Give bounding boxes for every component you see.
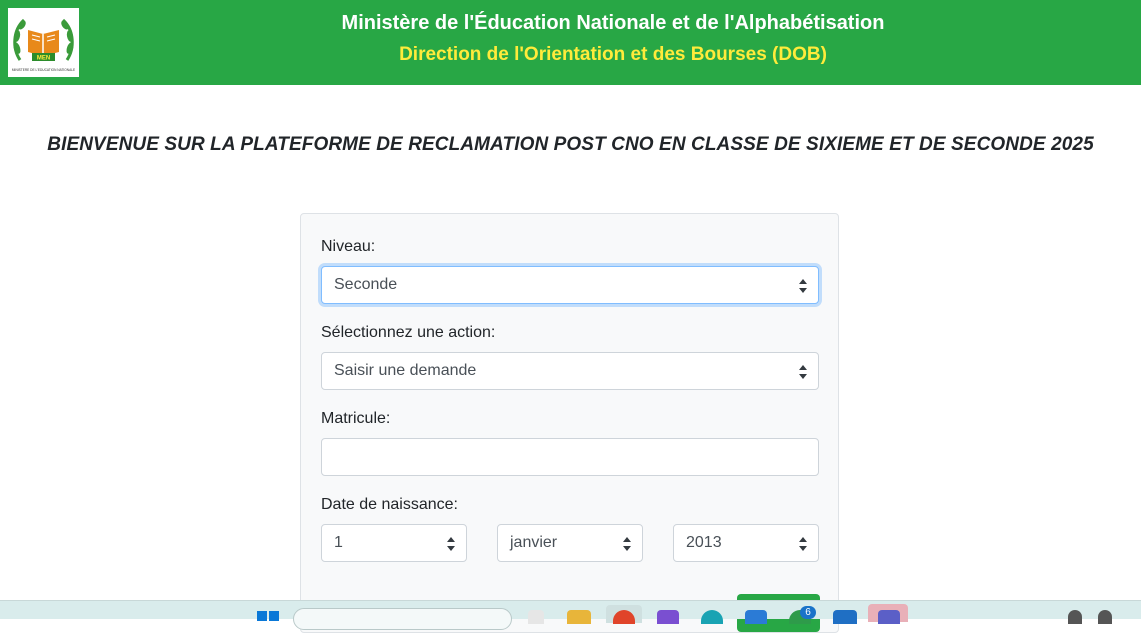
- select-arrows-icon: [799, 537, 807, 551]
- dob-day-select[interactable]: 1: [321, 524, 467, 562]
- teams-icon[interactable]: [878, 610, 900, 624]
- outlook-icon[interactable]: [833, 610, 857, 624]
- niveau-label: Niveau:: [321, 238, 376, 255]
- select-arrows-icon: [623, 537, 631, 551]
- niveau-select[interactable]: Seconde: [321, 266, 819, 304]
- dob-year-value: 2013: [686, 534, 722, 551]
- logo-caption: MINISTERE DE L'EDUCATION NATIONALE: [12, 68, 75, 72]
- select-arrows-icon: [799, 279, 807, 293]
- select-arrows-icon: [447, 537, 455, 551]
- dob-month-select[interactable]: janvier: [497, 524, 643, 562]
- matricule-input[interactable]: [321, 438, 819, 476]
- action-select-value: Saisir une demande: [334, 362, 477, 379]
- niveau-select-value: Seconde: [334, 276, 398, 293]
- dob-day-value: 1: [334, 534, 343, 551]
- dob-label: Date de naissance:: [321, 496, 458, 513]
- tray-icon[interactable]: [1068, 610, 1082, 624]
- page-header: MEN MINISTERE DE L'EDUCATION NATIONALE M…: [0, 0, 1141, 85]
- windows-taskbar: 6: [0, 600, 1141, 630]
- folder-icon[interactable]: [567, 610, 591, 624]
- action-select[interactable]: Saisir une demande: [321, 352, 819, 390]
- directorate-subtitle: Direction de l'Orientation et des Bourse…: [399, 44, 827, 65]
- action-label: Sélectionnez une action:: [321, 324, 496, 341]
- dob-month-value: janvier: [510, 534, 558, 551]
- tray-icon[interactable]: [1098, 610, 1112, 624]
- app-purple-icon[interactable]: [657, 610, 679, 624]
- claim-form-card: Niveau: Seconde Sélectionnez une action:…: [300, 213, 839, 633]
- notification-badge: 6: [800, 606, 816, 619]
- dob-year-select[interactable]: 2013: [673, 524, 819, 562]
- edge-icon[interactable]: [701, 610, 723, 624]
- ministry-title: Ministère de l'Éducation Nationale et de…: [341, 12, 885, 34]
- welcome-heading: BIENVENUE SUR LA PLATEFORME DE RECLAMATI…: [47, 134, 1094, 155]
- file-icon[interactable]: [528, 610, 544, 624]
- matricule-label: Matricule:: [321, 410, 391, 427]
- taskbar-search-box[interactable]: [293, 608, 512, 630]
- windows-start-icon[interactable]: [257, 611, 279, 621]
- calendar-icon[interactable]: [745, 610, 767, 624]
- select-arrows-icon: [799, 365, 807, 379]
